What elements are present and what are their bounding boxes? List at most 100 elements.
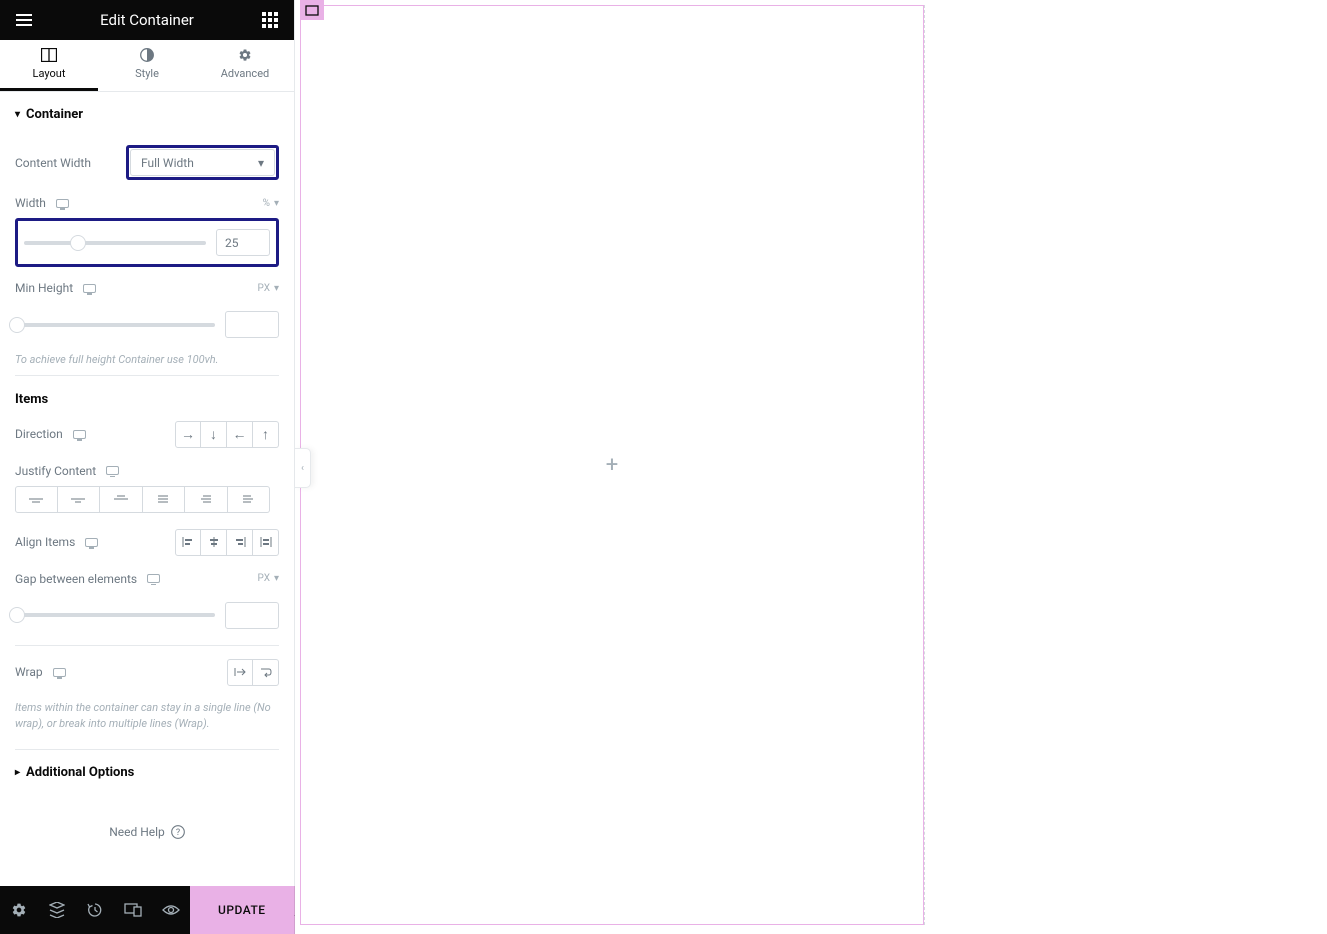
justify-end[interactable] <box>100 486 143 513</box>
tab-style-label: Style <box>135 67 159 80</box>
chevron-left-icon: ‹ <box>301 463 304 474</box>
widgets-button[interactable] <box>258 8 282 32</box>
minheight-row: Min Height PX▾ <box>15 273 279 303</box>
tab-layout-label: Layout <box>33 67 66 80</box>
width-input[interactable] <box>216 229 270 256</box>
justify-row: Justify Content <box>15 456 279 486</box>
add-widget-button[interactable]: + <box>606 453 618 478</box>
chevron-down-icon: ▾ <box>274 198 279 209</box>
direction-down[interactable]: ↓ <box>201 421 227 448</box>
responsive-icon[interactable] <box>83 284 96 293</box>
slider-thumb[interactable] <box>70 235 86 251</box>
minheight-unit[interactable]: PX▾ <box>258 283 279 294</box>
justify-evenly[interactable] <box>228 486 271 513</box>
slider-thumb[interactable] <box>9 607 25 623</box>
direction-up[interactable]: ↑ <box>253 421 279 448</box>
chevron-down-icon: ▾ <box>274 573 279 584</box>
align-row: Align Items <box>15 521 279 564</box>
wrap-row: Wrap <box>15 651 279 694</box>
minheight-slider[interactable] <box>15 323 215 327</box>
svg-text:?: ? <box>176 828 180 838</box>
content-width-select[interactable]: Full Width ▾ <box>130 149 275 176</box>
align-center[interactable] <box>201 529 227 556</box>
history-button[interactable] <box>76 886 114 934</box>
content-width-value: Full Width <box>141 156 194 170</box>
editor-canvas[interactable]: + <box>295 0 1327 934</box>
responsive-icon[interactable] <box>56 199 69 208</box>
grid-icon <box>262 12 278 28</box>
tab-advanced-label: Advanced <box>221 67 269 80</box>
direction-row: Direction → ↓ ← ↑ <box>15 413 279 456</box>
wrap-nowrap[interactable] <box>227 659 253 686</box>
align-choices <box>175 529 279 556</box>
footer-bar: UPDATE ▴ <box>0 886 294 934</box>
items-heading: Items <box>15 386 279 413</box>
responsive-icon[interactable] <box>106 466 119 475</box>
layout-icon <box>41 48 57 62</box>
width-row: Width %▾ <box>15 188 279 218</box>
wrap-choices <box>227 659 279 686</box>
justify-between[interactable] <box>143 486 186 513</box>
responsive-button[interactable] <box>114 886 152 934</box>
panel-content: ▾ Container Content Width Full Width ▾ W… <box>0 92 294 886</box>
need-help[interactable]: Need Help ? <box>15 795 279 869</box>
width-value-highlight <box>15 218 279 267</box>
chevron-down-icon: ▾ <box>274 283 279 294</box>
wrap-wrap[interactable] <box>253 659 279 686</box>
slider-thumb[interactable] <box>9 317 25 333</box>
settings-button[interactable] <box>0 886 38 934</box>
tabset: Layout Style Advanced <box>0 40 294 92</box>
need-help-label: Need Help <box>109 825 165 839</box>
tab-layout[interactable]: Layout <box>0 40 98 91</box>
preview-button[interactable] <box>152 886 190 934</box>
wrap-label: Wrap <box>15 665 43 679</box>
gap-row: Gap between elements PX▾ <box>15 564 279 594</box>
responsive-icon[interactable] <box>73 430 86 439</box>
section-container-label: Container <box>26 107 83 122</box>
justify-choices <box>15 486 279 513</box>
tab-advanced[interactable]: Advanced <box>196 40 294 91</box>
align-label: Align Items <box>15 535 75 549</box>
responsive-icon[interactable] <box>147 574 160 583</box>
direction-right[interactable]: → <box>175 421 201 448</box>
help-icon: ? <box>171 825 185 839</box>
align-stretch[interactable] <box>253 529 279 556</box>
width-slider[interactable] <box>24 241 206 245</box>
responsive-icon[interactable] <box>85 538 98 547</box>
direction-left[interactable]: ← <box>227 421 253 448</box>
minheight-input[interactable] <box>225 311 279 338</box>
menu-button[interactable] <box>12 8 36 32</box>
minheight-hint: To achieve full height Container use 100… <box>15 346 279 376</box>
direction-label: Direction <box>15 427 63 441</box>
justify-start[interactable] <box>15 486 58 513</box>
minheight-label: Min Height <box>15 281 73 295</box>
content-width-row: Content Width Full Width ▾ <box>15 137 279 188</box>
caret-down-icon: ▾ <box>15 109 20 120</box>
width-label: Width <box>15 196 46 210</box>
align-end[interactable] <box>227 529 253 556</box>
gap-unit[interactable]: PX▾ <box>258 573 279 584</box>
width-unit[interactable]: %▾ <box>263 198 279 209</box>
tab-style[interactable]: Style <box>98 40 196 91</box>
container-element[interactable]: + <box>300 5 924 925</box>
editor-sidebar: Edit Container Layout Style Advanced ▾ C… <box>0 0 295 934</box>
justify-around[interactable] <box>185 486 228 513</box>
justify-center[interactable] <box>58 486 101 513</box>
section-additional-header[interactable]: ▸ Additional Options <box>15 749 279 795</box>
gap-slider[interactable] <box>15 613 215 617</box>
collapse-sidebar-button[interactable]: ‹ <box>295 448 311 488</box>
content-width-label: Content Width <box>15 156 91 170</box>
container-handle[interactable] <box>300 0 324 20</box>
caret-right-icon: ▸ <box>15 767 20 778</box>
navigator-button[interactable] <box>38 886 76 934</box>
top-bar: Edit Container <box>0 0 294 40</box>
gap-input[interactable] <box>225 602 279 629</box>
align-start[interactable] <box>175 529 201 556</box>
container-icon <box>305 5 319 16</box>
content-width-highlight: Full Width ▾ <box>126 145 279 180</box>
section-container-header[interactable]: ▾ Container <box>15 92 279 137</box>
section-additional-label: Additional Options <box>26 765 134 780</box>
responsive-icon[interactable] <box>53 668 66 677</box>
update-button[interactable]: UPDATE <box>190 886 294 934</box>
gap-label: Gap between elements <box>15 572 137 586</box>
